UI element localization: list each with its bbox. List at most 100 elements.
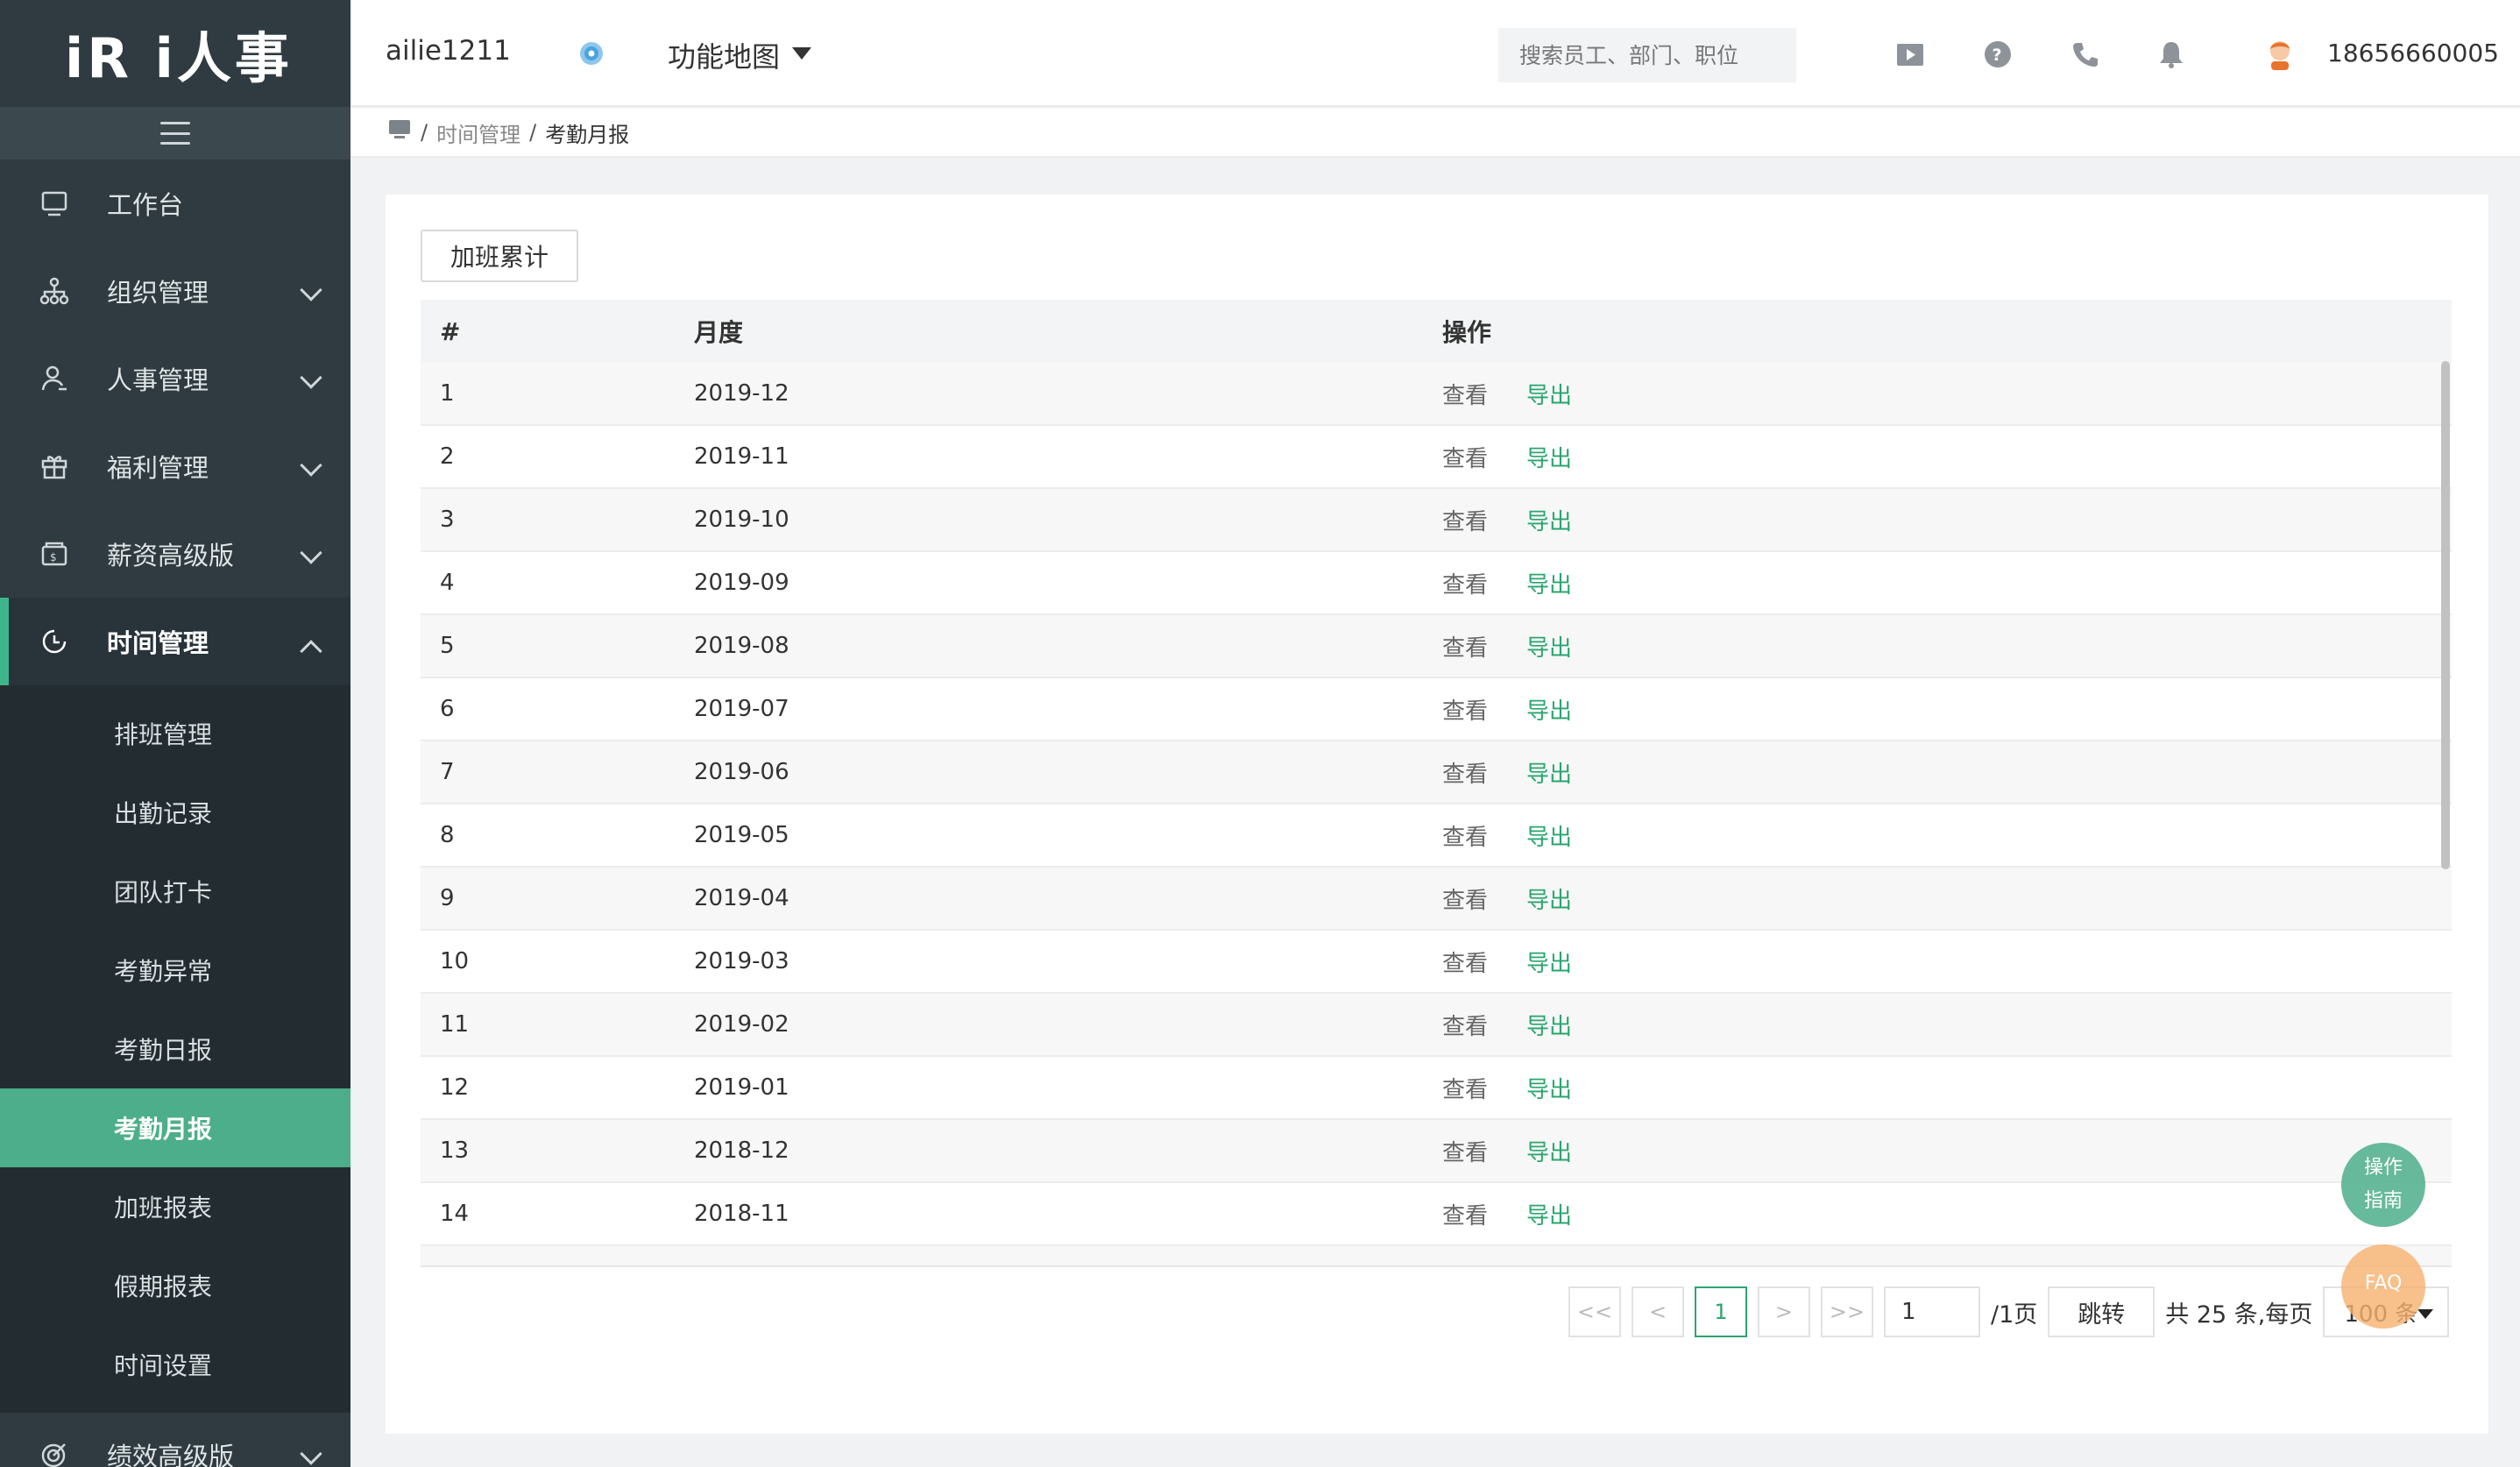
row-index: 1 — [440, 380, 455, 407]
table-row: 14 2018-11 查看 导出 — [421, 1183, 2452, 1246]
export-link[interactable]: 导出 — [1526, 946, 1572, 978]
function-map-dropdown[interactable]: 功能地图 — [668, 35, 780, 75]
export-link[interactable]: 导出 — [1526, 882, 1572, 915]
view-link[interactable]: 查看 — [1442, 378, 1488, 410]
page-number-input[interactable] — [1884, 1286, 1980, 1337]
prev-page-button[interactable]: < — [1632, 1286, 1684, 1337]
table-header: # 月度 操作 — [421, 300, 2452, 363]
overtime-total-button[interactable]: 加班累计 — [421, 230, 578, 282]
submenu-item-time-settings[interactable]: 时间设置 — [0, 1325, 350, 1404]
jump-button[interactable]: 跳转 — [2048, 1286, 2155, 1337]
sidebar-item-personnel[interactable]: 人事管理 — [0, 335, 350, 422]
view-link[interactable]: 查看 — [1442, 946, 1488, 978]
view-link[interactable]: 查看 — [1442, 504, 1488, 536]
help-icon[interactable]: ? — [1982, 39, 2014, 70]
view-link[interactable]: 查看 — [1442, 882, 1488, 915]
export-link[interactable]: 导出 — [1526, 1198, 1572, 1230]
view-link[interactable]: 查看 — [1442, 567, 1488, 599]
table-row: 7 2019-06 查看 导出 — [421, 741, 2452, 804]
phone-icon[interactable] — [2070, 39, 2101, 70]
sidebar-item-payroll[interactable]: $ 薪资高级版 — [0, 510, 350, 598]
org-chart-icon — [39, 275, 70, 307]
row-operations: 查看 导出 — [1419, 819, 2452, 852]
row-month: 2019-10 — [694, 507, 789, 533]
page-1-button[interactable]: 1 — [1695, 1286, 1747, 1337]
view-link[interactable]: 查看 — [1442, 819, 1488, 852]
settings-gear-icon[interactable] — [577, 39, 606, 68]
view-link[interactable]: 查看 — [1442, 630, 1488, 663]
search-input[interactable] — [1498, 28, 1796, 82]
chevron-down-icon — [300, 454, 322, 477]
row-index: 14 — [440, 1201, 470, 1227]
row-index: 7 — [440, 759, 455, 785]
bell-icon[interactable] — [2155, 39, 2187, 70]
company-account-name[interactable]: ailie1211 — [386, 35, 511, 67]
row-index: 5 — [440, 633, 455, 659]
row-operations: 查看 导出 — [1419, 378, 2452, 410]
view-link[interactable]: 查看 — [1442, 693, 1488, 726]
submenu-item-shift[interactable]: 排班管理 — [0, 694, 350, 773]
last-page-button[interactable]: >> — [1821, 1286, 1873, 1337]
row-index: 9 — [440, 885, 455, 911]
breadcrumb-time-management[interactable]: 时间管理 — [436, 117, 520, 148]
logo[interactable]: iR i人事 — [0, 0, 350, 107]
export-link[interactable]: 导出 — [1526, 441, 1572, 473]
submenu-item-attendance-record[interactable]: 出勤记录 — [0, 773, 350, 852]
pagination: << < 1 > >> /1页 跳转 共 25 条,每页 100 条 — [1568, 1285, 2450, 1339]
video-icon[interactable] — [1894, 39, 1926, 70]
sidebar-item-workbench[interactable]: 工作台 — [0, 159, 350, 247]
table-row: 4 2019-09 查看 导出 — [421, 552, 2452, 615]
avatar[interactable] — [2264, 37, 2296, 72]
breadcrumb-separator: / — [529, 120, 537, 145]
view-link[interactable]: 查看 — [1442, 756, 1488, 789]
export-link[interactable]: 导出 — [1526, 819, 1572, 852]
operation-guide-button[interactable]: 操作 指南 — [2341, 1143, 2425, 1227]
next-page-button[interactable]: > — [1758, 1286, 1810, 1337]
submenu-item-monthly-report[interactable]: 考勤月报 — [0, 1088, 350, 1167]
sidebar-item-performance[interactable]: 绩效高级版 — [0, 1411, 350, 1467]
breadcrumb: / 时间管理 / 考勤月报 — [350, 109, 2520, 158]
export-link[interactable]: 导出 — [1526, 378, 1572, 410]
faq-button[interactable]: FAQ — [2341, 1244, 2425, 1329]
sidebar-item-org[interactable]: 组织管理 — [0, 247, 350, 335]
row-index: 12 — [440, 1074, 470, 1101]
table-row: 10 2019-03 查看 导出 — [421, 931, 2452, 994]
scrollbar-thumb[interactable] — [2441, 361, 2450, 869]
sidebar-item-time[interactable]: 时间管理 — [0, 598, 350, 685]
first-page-button[interactable]: << — [1568, 1286, 1621, 1337]
chevron-down-icon — [300, 542, 322, 564]
export-link[interactable]: 导出 — [1526, 504, 1572, 536]
table-scrollbar[interactable] — [2438, 361, 2452, 1264]
export-link[interactable]: 导出 — [1526, 567, 1572, 599]
view-link[interactable]: 查看 — [1442, 1198, 1488, 1230]
person-icon — [39, 363, 70, 394]
submenu-item-leave-report[interactable]: 假期报表 — [0, 1246, 350, 1325]
view-link[interactable]: 查看 — [1442, 1135, 1488, 1167]
home-monitor-icon[interactable] — [387, 118, 412, 146]
submenu-item-daily-report[interactable]: 考勤日报 — [0, 1010, 350, 1088]
export-link[interactable]: 导出 — [1526, 756, 1572, 789]
view-link[interactable]: 查看 — [1442, 1009, 1488, 1041]
top-header: ailie1211 功能地图 ? 18656660005 — [350, 0, 2520, 107]
export-link[interactable]: 导出 — [1526, 693, 1572, 726]
submenu-item-overtime-report[interactable]: 加班报表 — [0, 1167, 350, 1246]
column-header-month: 月度 — [694, 318, 744, 347]
row-month: 2019-11 — [694, 443, 789, 470]
export-link[interactable]: 导出 — [1526, 1135, 1572, 1167]
user-phone[interactable]: 18656660005 — [2327, 39, 2499, 67]
row-month: 2019-05 — [694, 822, 789, 848]
table-row: 152018-10查看导出 — [421, 1246, 2452, 1267]
svg-text:?: ? — [1993, 46, 2002, 65]
row-month: 2019-08 — [694, 633, 789, 659]
submenu-item-team-clock-in[interactable]: 团队打卡 — [0, 852, 350, 931]
caret-down-icon[interactable] — [792, 47, 811, 60]
view-link[interactable]: 查看 — [1442, 441, 1488, 473]
export-link[interactable]: 导出 — [1526, 630, 1572, 663]
export-link[interactable]: 导出 — [1526, 1072, 1572, 1104]
table-bottom-border — [421, 1265, 2452, 1267]
submenu-item-attendance-exception[interactable]: 考勤异常 — [0, 931, 350, 1010]
sidebar-item-benefits[interactable]: 福利管理 — [0, 422, 350, 510]
collapse-sidebar-button[interactable] — [0, 107, 350, 159]
export-link[interactable]: 导出 — [1526, 1009, 1572, 1041]
view-link[interactable]: 查看 — [1442, 1072, 1488, 1104]
